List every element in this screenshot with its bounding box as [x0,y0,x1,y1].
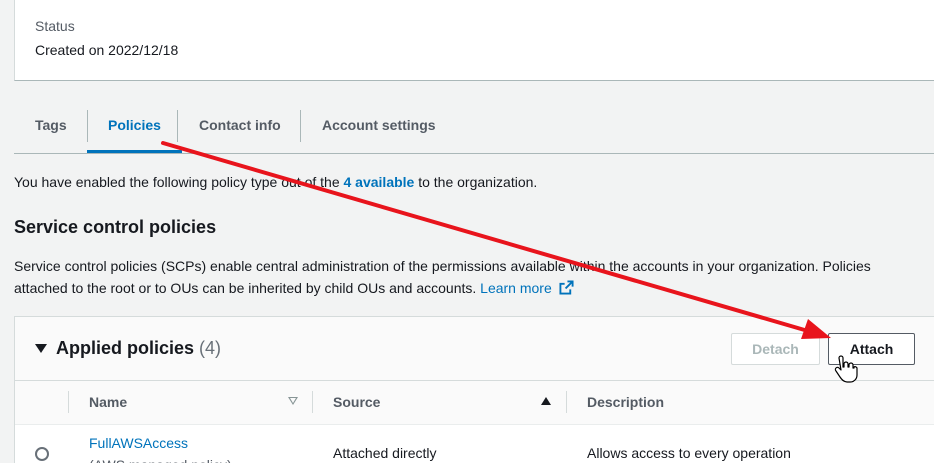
policy-types-info: You have enabled the following policy ty… [14,174,537,190]
red-arrow-icon [161,141,831,339]
panel-title: Applied policies (4) [56,338,222,358]
section-title: Service control policies [14,217,217,237]
external-link-icon [559,280,574,295]
row-radio[interactable] [35,447,49,461]
column-separator [566,391,567,413]
description-text: Service control policies (SCPs) enable c… [14,258,871,296]
detach-button[interactable]: Detach [731,333,820,365]
attach-button[interactable]: Attach [828,333,915,365]
table-row[interactable]: FullAWSAccess (AWS managed policy) Attac… [15,425,934,463]
column-header-source[interactable]: Source [333,394,380,410]
applied-policies-panel: Applied policies (4) Detach Attach Name … [14,316,934,463]
info-prefix: You have enabled the following policy ty… [14,174,344,190]
learn-more-link[interactable]: Learn more [480,280,574,296]
status-value: Created on 2022/12/18 [35,42,179,58]
tab-bar: Tags Policies Contact info Account setti… [14,100,934,154]
caret-down-icon[interactable] [35,344,47,353]
policy-type: (AWS managed policy) [89,457,232,463]
section-description: Service control policies (SCPs) enable c… [14,255,914,299]
status-label: Status [35,18,75,34]
sort-ascending-icon[interactable] [541,397,551,405]
available-policies-link[interactable]: 4 available [344,174,415,190]
policy-name-link[interactable]: FullAWSAccess [89,435,188,451]
info-suffix: to the organization. [414,174,538,190]
policy-count: (4) [199,338,222,358]
tab-tags[interactable]: Tags [14,100,88,153]
table-header: Name Source Description [15,381,934,425]
tab-contact-info[interactable]: Contact info [178,100,302,153]
panel-header: Applied policies (4) Detach Attach [15,317,934,381]
column-separator [312,391,313,413]
tab-policies[interactable]: Policies [87,100,182,153]
policy-source: Attached directly [333,445,437,461]
column-header-name[interactable]: Name [89,394,127,410]
column-separator [68,391,69,413]
tab-account-settings[interactable]: Account settings [301,100,457,153]
sort-descending-icon[interactable] [288,397,298,405]
column-header-description[interactable]: Description [587,394,664,410]
status-card: Status Created on 2022/12/18 [14,0,934,81]
policy-description: Allows access to every operation [587,445,791,461]
